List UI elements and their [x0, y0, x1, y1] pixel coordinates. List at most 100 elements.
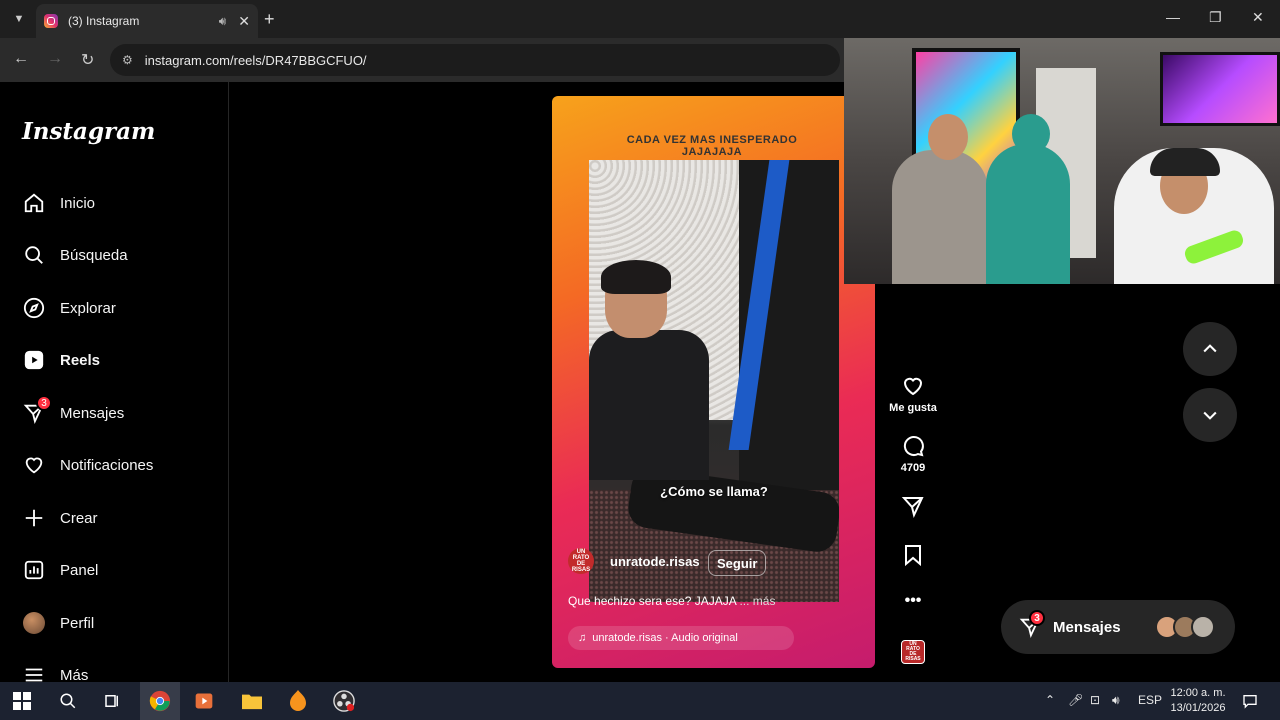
audio-thumbnail[interactable]: UN RATO DE RISAS	[901, 640, 925, 664]
sidebar-item-mensajes[interactable]: 3 Mensajes	[22, 395, 125, 428]
chart-icon	[22, 558, 46, 582]
audio-link[interactable]: ♫ unratode.risas · Audio original	[568, 626, 794, 650]
messages-label: Mensajes	[1053, 618, 1121, 636]
fl-studio-icon[interactable]	[286, 689, 310, 713]
sidebar-item-label: Perfil	[60, 614, 95, 632]
audio-playing-icon[interactable]: 🔊︎	[219, 14, 227, 29]
sidebar-item-crear[interactable]: Crear	[22, 503, 98, 533]
tray-overflow-icon[interactable]: ⌃	[1045, 693, 1055, 707]
more-link[interactable]: ... más	[739, 594, 775, 608]
task-view-icon[interactable]	[100, 689, 124, 713]
like-button[interactable]: Me gusta	[888, 374, 938, 414]
tab-search-dropdown-icon[interactable]: ▼	[8, 8, 30, 30]
chevron-up-icon	[1203, 344, 1217, 353]
network-icon[interactable]: ⊡	[1090, 693, 1100, 707]
description-text: Que hechizo sera ese? JAJAJA	[568, 594, 737, 608]
forward-icon[interactable]: →	[47, 50, 63, 68]
messages-pill-button[interactable]: 3 Mensajes	[1001, 600, 1235, 654]
instagram-favicon-icon	[44, 14, 58, 28]
author-username[interactable]: unratode.risas	[610, 554, 700, 569]
url-text: instagram.com/reels/DR47BBGCFUO/	[144, 52, 367, 68]
reel-video-frame: ¿Cómo se llama?	[589, 160, 839, 602]
sidebar-item-reels[interactable]: Reels	[22, 345, 100, 375]
plus-icon	[22, 506, 46, 530]
reel-description: Que hechizo sera ese? JAJAJA ... más	[568, 594, 775, 608]
sidebar-item-label: Inicio	[60, 194, 96, 212]
sidebar-item-busqueda[interactable]: Búsqueda	[22, 240, 128, 270]
reel-video-player[interactable]: CADA VEZ MAS INESPERADO JAJAJAJA ¿Cómo s…	[552, 96, 875, 668]
address-bar[interactable]: ⚙ instagram.com/reels/DR47BBGCFUO/	[110, 44, 840, 76]
notification-badge: 3	[36, 395, 52, 411]
reel-author[interactable]: UN RATO DE RISAS unratode.risas	[568, 548, 700, 574]
sidebar-item-notificaciones[interactable]: Notificaciones	[22, 450, 153, 480]
messenger-icon: 3	[1019, 610, 1045, 638]
chevron-down-icon	[1203, 411, 1217, 420]
save-button[interactable]	[888, 543, 938, 571]
share-button[interactable]	[888, 494, 938, 522]
reel-overlay-text: CADA VEZ MAS INESPERADO JAJAJAJA	[552, 134, 872, 158]
audio-label: unratode.risas · Audio original	[592, 632, 738, 644]
sidebar-item-label: Búsqueda	[60, 246, 128, 264]
window-close-icon[interactable]: ✕	[1252, 9, 1264, 26]
search-icon[interactable]	[56, 689, 80, 713]
author-avatar[interactable]: UN RATO DE RISAS	[568, 548, 594, 574]
sidebar-item-label: Reels	[60, 351, 101, 369]
new-tab-button[interactable]: +	[264, 9, 275, 30]
sidebar-item-label: Notificaciones	[60, 456, 154, 474]
sidebar-item-perfil[interactable]: Perfil	[22, 608, 94, 638]
more-options-icon[interactable]: •••	[888, 592, 938, 610]
site-settings-icon[interactable]: ⚙	[122, 53, 133, 67]
tab-title: (3) Instagram	[68, 14, 140, 28]
overlay-line: JAJAJAJA	[681, 146, 743, 158]
overlay-line: CADA VEZ MAS INESPERADO	[626, 134, 798, 146]
media-player-icon[interactable]	[192, 689, 216, 713]
tab-close-icon[interactable]: ✕	[238, 13, 250, 30]
language-indicator[interactable]: ESP	[1138, 693, 1162, 707]
taskbar: ⌃ 🎤︎ ⊡ 🔊︎ ESP 12:00 a. m. 13/01/2026	[0, 682, 1280, 720]
notification-badge: 3	[1029, 610, 1045, 626]
next-reel-button[interactable]	[1183, 388, 1237, 442]
minimize-icon[interactable]: —	[1166, 9, 1180, 25]
sidebar-item-inicio[interactable]: Inicio	[22, 188, 95, 218]
instagram-logo[interactable]: Instagram	[22, 118, 155, 145]
chrome-icon[interactable]	[148, 689, 172, 713]
sidebar-item-label: Mensajes	[60, 404, 125, 422]
sidebar-item-label: Explorar	[60, 299, 116, 317]
video-subtitle: ¿Cómo se llama?	[660, 484, 768, 499]
taskbar-clock[interactable]: 12:00 a. m. 13/01/2026	[1168, 686, 1228, 716]
sidebar: Instagram Inicio Búsqueda Explorar Reels	[0, 82, 229, 684]
share-icon	[901, 497, 924, 518]
search-icon	[22, 243, 46, 267]
file-explorer-icon[interactable]	[240, 689, 264, 713]
restore-icon[interactable]: ❐	[1209, 9, 1222, 26]
back-icon[interactable]: ←	[13, 50, 29, 68]
like-label: Me gusta	[889, 402, 937, 414]
comment-icon	[903, 436, 924, 457]
notifications-icon[interactable]	[1242, 693, 1258, 712]
comment-button[interactable]: 4709	[888, 434, 938, 474]
sidebar-item-label: Más	[60, 666, 89, 684]
follow-button[interactable]: Seguir	[708, 550, 767, 576]
sidebar-item-explorar[interactable]: Explorar	[22, 293, 116, 323]
sidebar-item-label: Panel	[60, 561, 99, 579]
reload-icon[interactable]: ↻	[81, 50, 94, 70]
heart-icon	[22, 453, 46, 477]
sidebar-item-label: Crear	[60, 509, 98, 527]
browser-tabbar: ▼ (3) Instagram 🔊︎ ✕ + — ❐ ✕	[0, 0, 1280, 38]
sidebar-item-panel[interactable]: Panel	[22, 555, 98, 585]
recent-chat-avatars	[1155, 615, 1215, 639]
volume-icon[interactable]: 🔊︎	[1112, 693, 1120, 708]
windows-start-icon[interactable]	[10, 689, 34, 713]
obs-icon[interactable]	[332, 689, 356, 713]
avatar	[22, 611, 46, 635]
browser-tab[interactable]: (3) Instagram 🔊︎ ✕	[36, 4, 258, 38]
clock-date: 13/01/2026	[1170, 702, 1226, 714]
previous-reel-button[interactable]	[1183, 322, 1237, 376]
microphone-icon[interactable]: 🎤︎	[1068, 693, 1083, 707]
music-note-icon: ♫	[578, 632, 587, 644]
compass-icon	[22, 296, 46, 320]
comment-count: 4709	[900, 462, 926, 474]
home-icon	[22, 191, 46, 215]
heart-icon	[903, 377, 923, 396]
clock-time: 12:00 a. m.	[1170, 687, 1226, 699]
